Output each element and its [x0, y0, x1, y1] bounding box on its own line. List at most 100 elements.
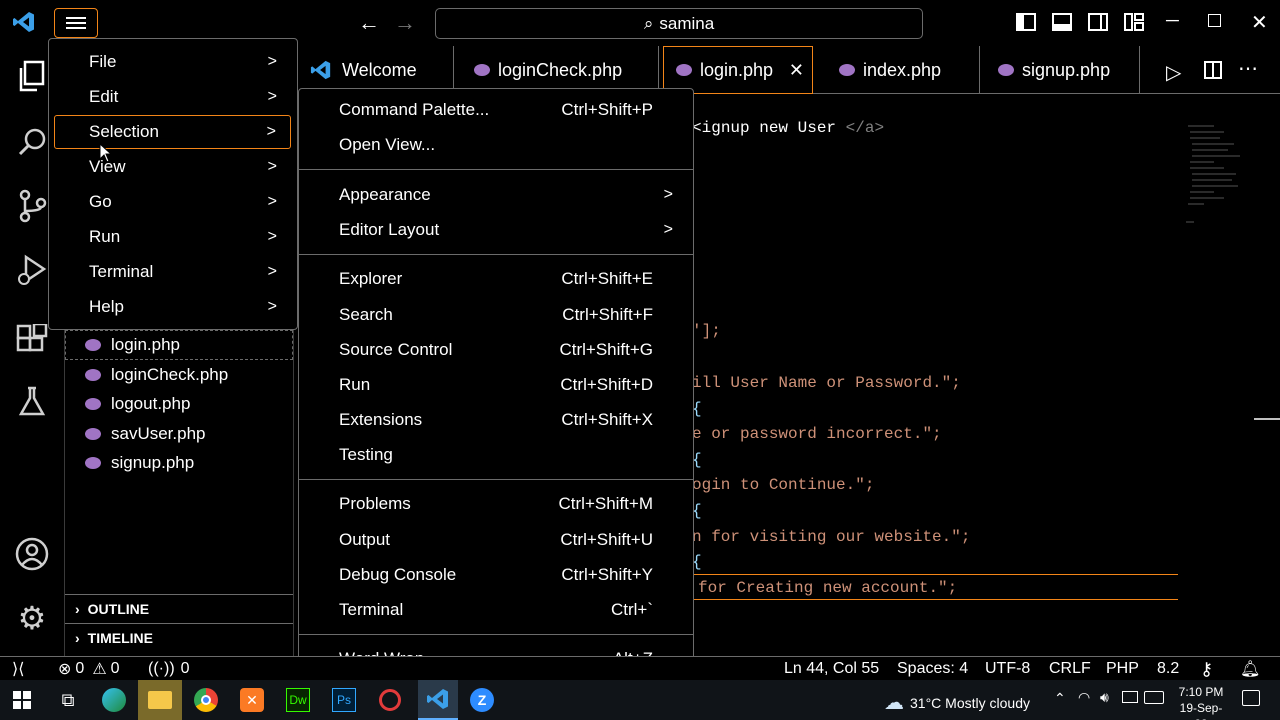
notifications-bell-icon[interactable]: 🔔︎ — [1240, 657, 1260, 681]
zoom-icon[interactable]: Z — [466, 684, 498, 716]
show-hidden-icons-chevron-icon[interactable]: ⌃ — [1054, 690, 1066, 707]
menu-item-extensions[interactable]: Extensions Ctrl+Shift+X — [299, 403, 693, 437]
php-file-icon — [85, 457, 101, 469]
outline-section[interactable]: › OUTLINE — [65, 594, 293, 622]
screen-recorder-icon[interactable] — [374, 684, 406, 716]
windows-start-icon[interactable] — [6, 684, 38, 716]
testing-flask-icon[interactable] — [14, 384, 50, 420]
menu-item-terminal-view[interactable]: Terminal Ctrl+` — [299, 593, 693, 627]
remote-icon[interactable]: ⟩⟨ — [12, 657, 24, 681]
forward-arrow-icon[interactable]: → — [394, 10, 416, 36]
toggle-panel-icon[interactable] — [1052, 13, 1072, 31]
file-item[interactable]: savUser.php — [85, 420, 206, 448]
menu-item-search[interactable]: Search Ctrl+Shift+F — [299, 298, 693, 332]
network-wifi-icon[interactable]: ◠ — [1078, 689, 1090, 706]
chrome-icon[interactable] — [190, 684, 222, 716]
tab-signup[interactable]: signup.php — [980, 46, 1140, 94]
cursor-position[interactable]: Ln 44, Col 55 — [784, 657, 879, 681]
menu-item-file[interactable]: File > — [49, 45, 297, 79]
menu-item-appearance[interactable]: Appearance > — [299, 178, 693, 212]
encoding[interactable]: UTF-8 — [985, 657, 1030, 681]
explorer-icon[interactable] — [14, 58, 50, 94]
accounts-icon[interactable] — [14, 536, 50, 572]
tab-logincheck[interactable]: loginCheck.php — [454, 46, 659, 94]
menu-item-run-view[interactable]: Run Ctrl+Shift+D — [299, 368, 693, 402]
vscode-tab-icon — [310, 60, 331, 80]
task-view-icon[interactable]: ⧉ — [52, 684, 84, 716]
keyboard-icon[interactable] — [1144, 691, 1164, 704]
customize-layout-icon[interactable] — [1124, 13, 1144, 31]
toggle-secondary-sidebar-icon[interactable] — [1088, 13, 1108, 31]
chevron-right-icon: › — [75, 600, 80, 617]
split-editor-icon[interactable] — [1204, 61, 1222, 79]
file-item[interactable]: loginCheck.php — [85, 361, 228, 389]
language-mode[interactable]: PHP — [1106, 657, 1139, 681]
ports-indicator[interactable]: ((·)) 0 — [148, 657, 190, 681]
file-item[interactable]: logout.php — [85, 390, 190, 418]
mouse-cursor-icon — [99, 142, 113, 168]
source-control-icon[interactable] — [14, 188, 50, 224]
menu-item-view[interactable]: View > — [49, 150, 297, 184]
more-actions-icon[interactable]: ⋯ — [1238, 56, 1258, 81]
key-icon[interactable]: ⚷ — [1200, 657, 1213, 681]
command-center-search[interactable]: ⌕ samina — [435, 8, 923, 39]
battery-icon[interactable] — [1122, 691, 1138, 703]
close-tab-icon[interactable]: ✕ — [789, 60, 804, 81]
clock[interactable]: 7:10 PM 19-Sep-23 — [1174, 684, 1228, 720]
menu-item-selection[interactable]: Selection > — [54, 115, 291, 149]
weather-widget[interactable]: ☁ 31°C Mostly cloudy — [884, 690, 1030, 715]
menu-item-edit[interactable]: Edit > — [49, 80, 297, 114]
tab-login[interactable]: login.php ✕ — [663, 46, 813, 94]
run-php-icon[interactable]: ▷ — [1166, 60, 1181, 85]
minimize-icon[interactable]: ─ — [1166, 10, 1179, 31]
timeline-section[interactable]: › TIMELINE — [65, 623, 293, 651]
menu-item-source-control[interactable]: Source Control Ctrl+Shift+G — [299, 333, 693, 367]
settings-gear-icon[interactable]: ⚙ — [14, 600, 50, 636]
run-debug-icon[interactable] — [14, 252, 50, 288]
vscode-taskbar-icon[interactable] — [418, 680, 458, 720]
dreamweaver-icon[interactable]: Dw — [282, 684, 314, 716]
file-item[interactable]: login.php — [85, 331, 180, 359]
menu-item-go[interactable]: Go > — [49, 185, 297, 219]
volume-icon[interactable]: 🔊︎ — [1100, 689, 1109, 706]
back-arrow-icon[interactable]: ← — [358, 10, 380, 36]
menu-item-command-palette[interactable]: Command Palette... Ctrl+Shift+P — [299, 93, 693, 127]
chevron-right-icon: > — [267, 193, 277, 210]
notification-center-icon[interactable] — [1242, 690, 1260, 706]
file-explorer-icon[interactable] — [138, 680, 182, 720]
menu-item-run[interactable]: Run > — [49, 220, 297, 254]
php-version[interactable]: 8.2 — [1157, 657, 1179, 681]
menu-item-output[interactable]: Output Ctrl+Shift+U — [299, 523, 693, 557]
main-menu: File > Edit > Selection > View > Go > Run > Te… — [48, 38, 298, 330]
close-window-icon[interactable]: ✕ — [1251, 10, 1268, 35]
tab-welcome[interactable]: Welcome — [302, 46, 454, 94]
view-submenu: Command Palette... Ctrl+Shift+P Open View… — [298, 88, 694, 682]
code-line: ogin to Continue."; — [692, 476, 875, 494]
problems-indicator[interactable]: ⊗ 0 ⚠ 0 — [58, 657, 120, 681]
menu-item-testing[interactable]: Testing — [299, 438, 693, 472]
tab-index[interactable]: index.php — [817, 46, 980, 94]
php-file-icon — [998, 64, 1014, 76]
restore-icon[interactable] — [1208, 14, 1221, 27]
edge-icon[interactable] — [98, 684, 130, 716]
menu-item-problems[interactable]: Problems Ctrl+Shift+M — [299, 487, 693, 521]
photoshop-icon[interactable]: Ps — [328, 684, 360, 716]
scrollbar-indicator[interactable] — [1254, 418, 1280, 420]
indentation[interactable]: Spaces: 4 — [897, 657, 968, 681]
menu-item-debug-console[interactable]: Debug Console Ctrl+Shift+Y — [299, 558, 693, 592]
php-file-icon — [839, 64, 855, 76]
toggle-primary-sidebar-icon[interactable] — [1016, 13, 1036, 31]
minimap[interactable] — [1184, 122, 1244, 232]
php-file-icon — [85, 369, 101, 381]
menu-item-editor-layout[interactable]: Editor Layout > — [299, 213, 693, 247]
file-item[interactable]: signup.php — [85, 449, 194, 477]
menu-item-terminal[interactable]: Terminal > — [49, 255, 297, 289]
menu-item-help[interactable]: Help > — [49, 290, 297, 324]
extensions-icon[interactable] — [14, 322, 50, 358]
xampp-icon[interactable]: ✕ — [236, 684, 268, 716]
menu-item-open-view[interactable]: Open View... — [299, 128, 693, 162]
menu-button[interactable] — [54, 8, 98, 38]
search-activity-icon[interactable] — [14, 124, 50, 160]
end-of-line[interactable]: CRLF — [1049, 657, 1091, 681]
menu-item-explorer[interactable]: Explorer Ctrl+Shift+E — [299, 262, 693, 296]
